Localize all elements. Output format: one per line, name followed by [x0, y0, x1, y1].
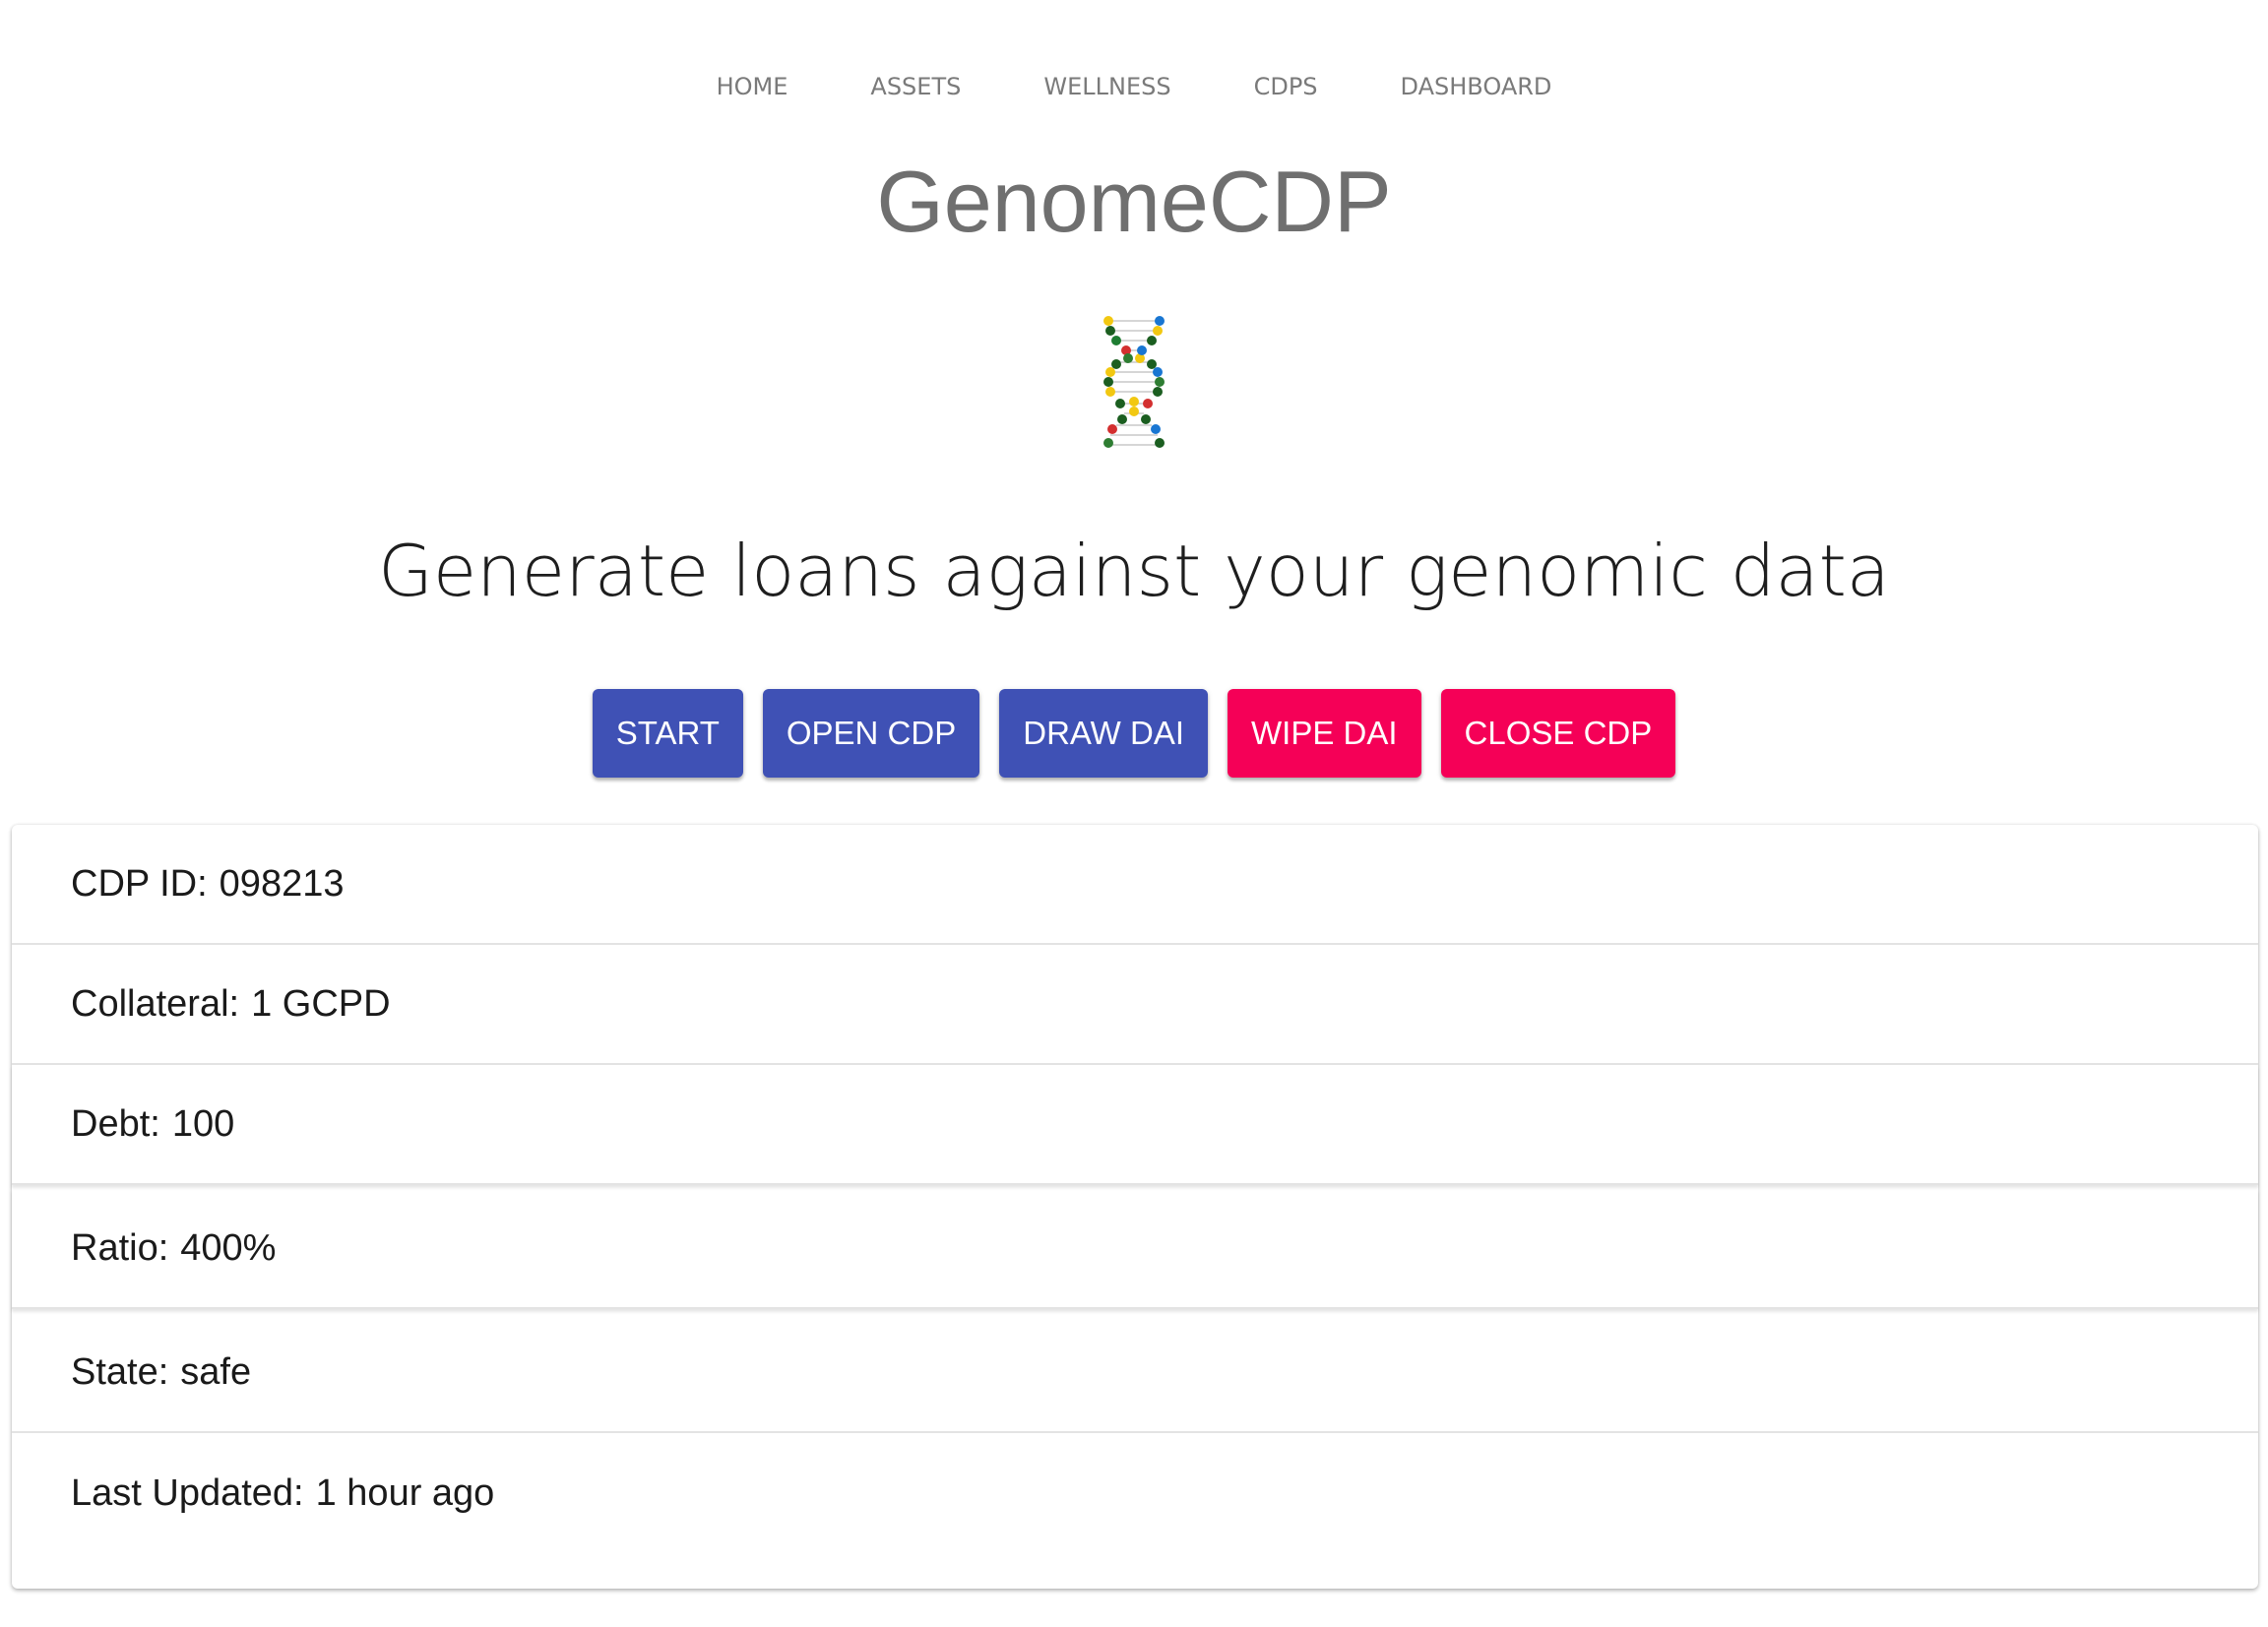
cdp-id-value: 098213	[219, 862, 345, 905]
close-cdp-button[interactable]: CLOSE CDP	[1440, 689, 1676, 778]
state-value: safe	[180, 1350, 252, 1393]
debt-label: Debt:	[71, 1102, 160, 1145]
wipe-dai-button[interactable]: WIPE DAI	[1228, 689, 1421, 778]
state-label: State:	[71, 1350, 169, 1393]
start-button[interactable]: START	[592, 689, 743, 778]
debt-value: 100	[171, 1102, 235, 1145]
last-updated-row: Last Updated: 1 hour ago	[12, 1433, 2258, 1553]
last-updated-value: 1 hour ago	[315, 1471, 495, 1514]
cdp-id-row: CDP ID: 098213	[12, 825, 2258, 945]
nav-home[interactable]: HOME	[675, 65, 830, 108]
debt-row: Debt: 100	[12, 1065, 2258, 1185]
collateral-row: Collateral: 1 GCPD	[12, 945, 2258, 1065]
ratio-row: Ratio: 400%	[12, 1189, 2258, 1309]
open-cdp-button[interactable]: OPEN CDP	[762, 689, 980, 778]
cdp-info-card: CDP ID: 098213 Collateral: 1 GCPD Debt: …	[12, 825, 2258, 1589]
nav-dashboard[interactable]: DASHBOARD	[1359, 65, 1594, 108]
top-nav: HOME ASSETS WELLNESS CDPS DASHBOARD	[0, 65, 2268, 108]
collateral-value: 1 GCPD	[251, 982, 391, 1025]
page-title: GenomeCDP	[876, 153, 1392, 250]
cdp-id-label: CDP ID:	[71, 862, 208, 905]
ratio-label: Ratio:	[71, 1226, 169, 1269]
action-bar: START OPEN CDP DRAW DAI WIPE DAI CLOSE C…	[0, 689, 2268, 778]
nav-assets[interactable]: ASSETS	[829, 65, 1002, 108]
ratio-value: 400%	[180, 1226, 277, 1269]
nav-cdps[interactable]: CDPS	[1213, 65, 1359, 108]
state-row: State: safe	[12, 1313, 2258, 1433]
tagline: Generate loans against your genomic data	[378, 530, 1890, 612]
draw-dai-button[interactable]: DRAW DAI	[999, 689, 1209, 778]
nav-wellness[interactable]: WELLNESS	[1002, 65, 1212, 108]
last-updated-label: Last Updated:	[71, 1471, 304, 1514]
collateral-label: Collateral:	[71, 982, 240, 1025]
dna-helix-icon	[1101, 315, 1167, 449]
